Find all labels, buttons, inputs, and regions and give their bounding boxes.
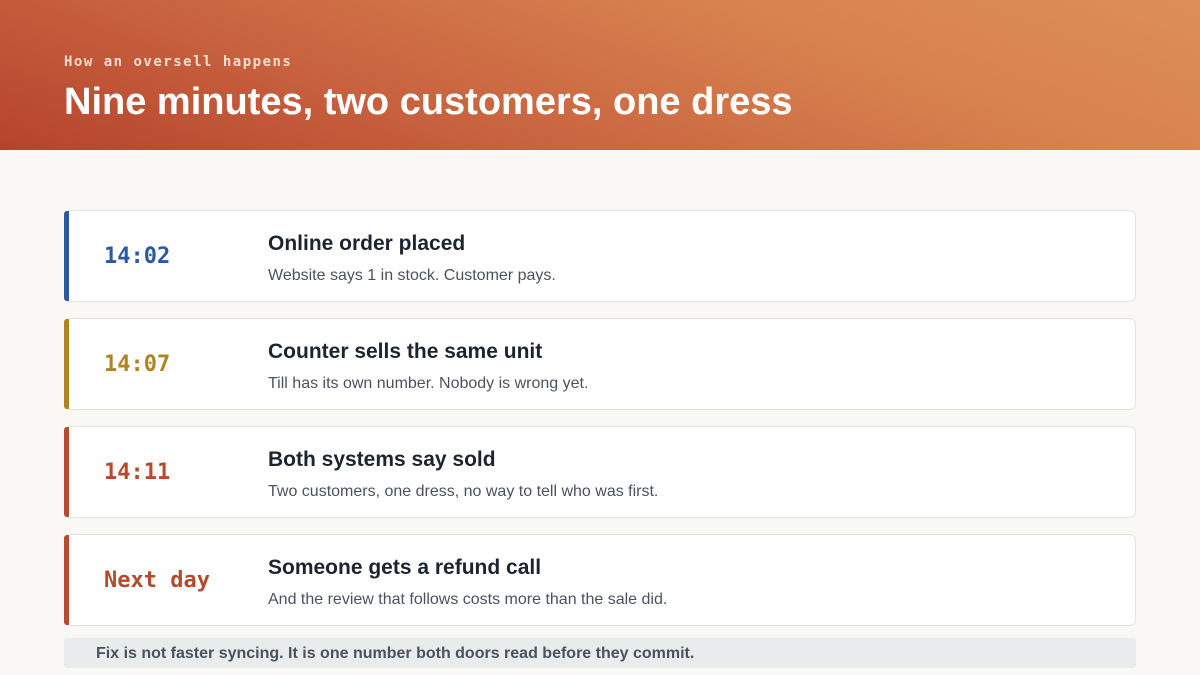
timeline-card: 14:11 Both systems say sold Two customer… xyxy=(64,426,1136,518)
timeline-event-description: Till has its own number. Nobody is wrong… xyxy=(268,375,589,392)
timeline-event-title: Online order placed xyxy=(268,232,466,255)
timeline-card: Next day Someone gets a refund call And … xyxy=(64,534,1136,626)
timeline-time: 14:02 xyxy=(104,244,171,269)
header-banner: How an oversell happens Nine minutes, tw… xyxy=(0,0,1200,150)
timeline-accent-bar xyxy=(64,427,69,517)
timeline-event-description: Two customers, one dress, no way to tell… xyxy=(268,483,659,500)
timeline-accent-bar xyxy=(64,535,69,625)
timeline-time: 14:11 xyxy=(104,460,171,485)
timeline-event-title: Counter sells the same unit xyxy=(268,340,543,363)
timeline-accent-bar xyxy=(64,319,69,409)
timeline-time: Next day xyxy=(104,568,210,593)
timeline-event-title: Both systems say sold xyxy=(268,448,496,471)
timeline: 14:02 Online order placed Website says 1… xyxy=(64,210,1136,642)
timeline-event-title: Someone gets a refund call xyxy=(268,556,542,579)
footer-note: Fix is not faster syncing. It is one num… xyxy=(64,638,1136,668)
timeline-event-description: Website says 1 in stock. Customer pays. xyxy=(268,267,556,284)
page-title: Nine minutes, two customers, one dress xyxy=(64,81,793,123)
timeline-card: 14:07 Counter sells the same unit Till h… xyxy=(64,318,1136,410)
timeline-time: 14:07 xyxy=(104,352,171,377)
eyebrow-label: How an oversell happens xyxy=(64,54,293,70)
timeline-card: 14:02 Online order placed Website says 1… xyxy=(64,210,1136,302)
timeline-accent-bar xyxy=(64,211,69,301)
timeline-event-description: And the review that follows costs more t… xyxy=(268,591,668,608)
